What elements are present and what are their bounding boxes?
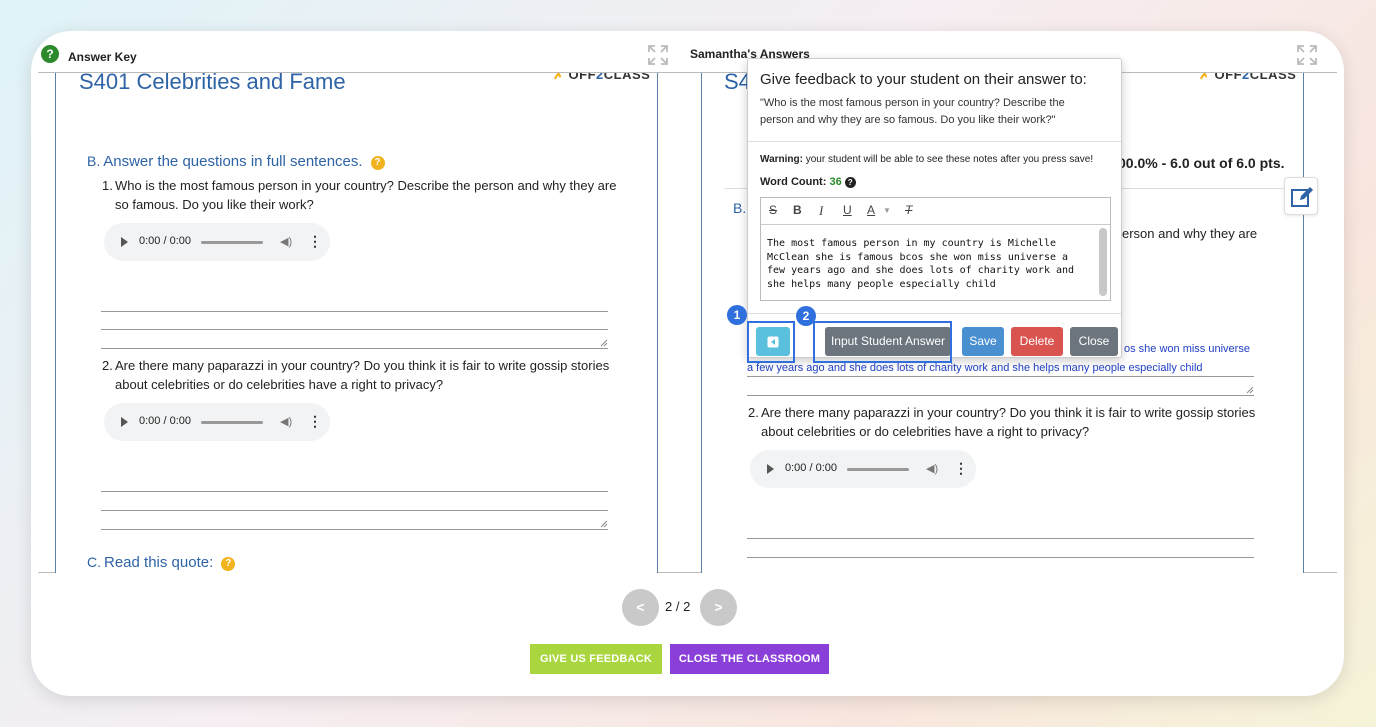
offtwoclass-logo: ✗ OFF2CLASS — [553, 73, 651, 82]
save-button[interactable]: Save — [962, 327, 1004, 356]
audio-seek-bar[interactable] — [201, 241, 263, 244]
volume-icon[interactable]: ◀) — [280, 415, 292, 428]
edit-icon — [1291, 187, 1313, 207]
play-icon[interactable] — [767, 464, 774, 474]
play-icon[interactable] — [121, 417, 128, 427]
more-options-icon[interactable]: ⋮ — [308, 233, 322, 250]
audio-seek-bar[interactable] — [201, 421, 263, 424]
answer-line[interactable] — [101, 510, 608, 511]
more-options-icon[interactable]: ⋮ — [308, 413, 322, 430]
answer-line[interactable] — [747, 376, 1254, 377]
resize-handle-icon[interactable] — [600, 339, 608, 347]
answer-line[interactable] — [747, 395, 1254, 396]
help-icon[interactable]: ? — [844, 177, 856, 188]
audio-player[interactable]: 0:00 / 0:00 ◀) ⋮ — [750, 450, 976, 488]
student-answer-text: os she won miss universe — [1124, 343, 1250, 355]
close-classroom-button[interactable]: CLOSE THE CLASSROOM — [670, 644, 829, 674]
scrollbar[interactable] — [1099, 228, 1107, 296]
expand-icon[interactable] — [647, 44, 669, 66]
word-count: Word Count: 36? — [760, 176, 856, 188]
question-2: 2. Are there many paparazzi in your count… — [748, 405, 1256, 439]
answer-line[interactable] — [101, 529, 608, 530]
help-icon[interactable]: ? — [370, 156, 385, 170]
editor-toolbar: S B I U A ▼ T — [761, 198, 1110, 225]
answer-key-header: Answer Key — [68, 50, 137, 64]
underline-button[interactable]: U — [843, 203, 852, 217]
resize-handle-icon[interactable] — [1246, 386, 1254, 394]
help-icon[interactable]: ? — [221, 557, 236, 571]
volume-icon[interactable]: ◀) — [280, 235, 292, 248]
warning-text: Warning: your student will be able to se… — [760, 154, 1094, 165]
classroom-card: ? Answer Key Samantha's Answers S401 Cel… — [31, 31, 1344, 696]
delete-button[interactable]: Delete — [1011, 327, 1063, 356]
resize-handle-icon[interactable] — [600, 520, 608, 528]
prev-page-button[interactable]: < — [622, 589, 659, 626]
answer-line[interactable] — [101, 491, 608, 492]
more-options-icon[interactable]: ⋮ — [954, 460, 968, 477]
answer-line[interactable] — [101, 311, 608, 312]
feedback-editor[interactable]: S B I U A ▼ T The most famous person in … — [760, 197, 1111, 301]
volume-icon[interactable]: ◀) — [926, 462, 938, 475]
audio-seek-bar[interactable] — [847, 468, 909, 471]
audio-player[interactable]: 0:00 / 0:00 ◀) ⋮ — [104, 403, 330, 441]
answer-key-panel: S401 Celebrities and Fame ✗ OFF2CLASS B.… — [55, 73, 658, 573]
play-icon[interactable] — [121, 237, 128, 247]
give-feedback-button[interactable]: GIVE US FEEDBACK — [530, 644, 662, 674]
strikethrough-button[interactable]: S — [769, 203, 777, 217]
answer-line[interactable] — [101, 329, 608, 330]
offtwoclass-logo: ✗ OFF2CLASS — [1199, 73, 1297, 82]
bold-button[interactable]: B — [793, 203, 802, 217]
step-badge: 1 — [727, 305, 747, 325]
highlight-box — [813, 321, 952, 363]
italic-button[interactable]: I — [819, 203, 823, 219]
help-icon[interactable]: ? — [41, 45, 59, 63]
popup-title: Give feedback to your student on their a… — [760, 71, 1087, 88]
page-indicator: 2 / 2 — [665, 599, 691, 614]
popup-divider — [748, 141, 1121, 142]
question-1: 1. Who is the most famous person in your … — [102, 178, 617, 212]
score-text: 00.0% - 6.0 out of 6.0 pts. — [1118, 155, 1285, 171]
feedback-text[interactable]: The most famous person in my country is … — [767, 237, 1089, 291]
section-b-heading: B. Answer the questions in full sentences… — [87, 153, 385, 170]
answer-line[interactable] — [747, 538, 1254, 539]
highlight-box — [747, 321, 795, 363]
chevron-down-icon[interactable]: ▼ — [883, 206, 891, 215]
close-button[interactable]: Close — [1070, 327, 1118, 356]
clear-format-button[interactable]: T — [905, 203, 912, 217]
worksheet-title: S401 Celebrities and Fame — [79, 73, 346, 94]
next-page-button[interactable]: > — [700, 589, 737, 626]
section-c-heading: C. Read this quote:? — [87, 554, 236, 571]
edit-button[interactable] — [1284, 177, 1318, 215]
popup-question: "Who is the most famous person in your c… — [760, 97, 1065, 126]
audio-player[interactable]: 0:00 / 0:00 ◀) ⋮ — [104, 223, 330, 261]
expand-icon[interactable] — [1296, 44, 1318, 66]
answer-line[interactable] — [747, 557, 1254, 558]
font-color-button[interactable]: A — [867, 203, 875, 217]
question-1-fragment: erson and why they are — [1122, 226, 1258, 241]
question-2: 2. Are there many paparazzi in your count… — [102, 358, 610, 392]
step-badge: 2 — [796, 306, 816, 326]
answer-line[interactable] — [101, 348, 608, 349]
